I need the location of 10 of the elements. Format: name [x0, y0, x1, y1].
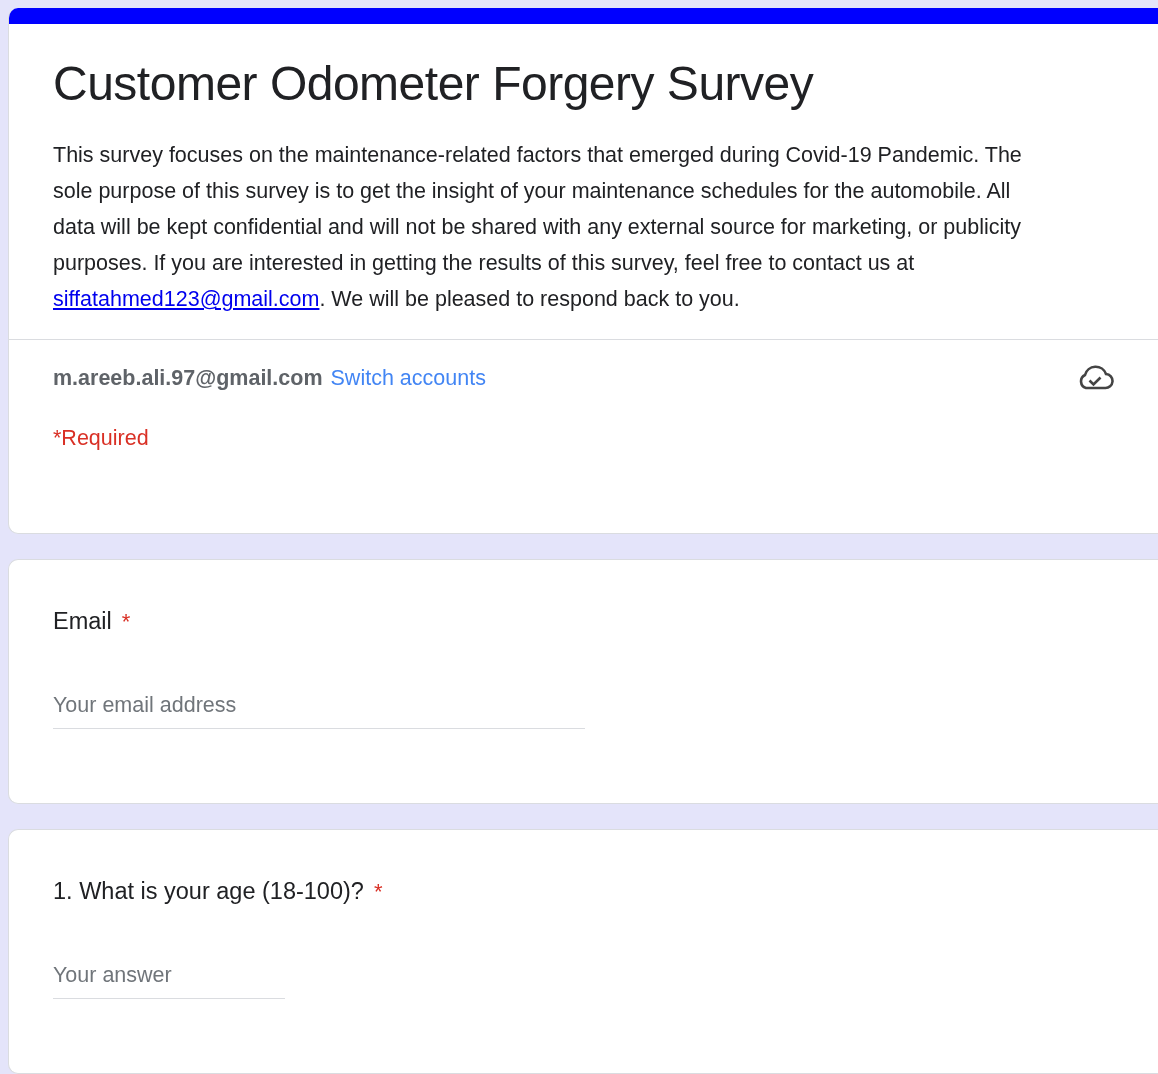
required-asterisk: * — [373, 879, 383, 905]
account-email: m.areeb.ali.97@gmail.com — [53, 365, 323, 391]
required-asterisk: * — [121, 609, 131, 635]
question-label: 1. What is your age (18-100)? — [53, 878, 364, 905]
email-link[interactable]: siffatahmed123@gmail.com — [53, 287, 320, 311]
form-title: Customer Odometer Forgery Survey — [53, 56, 815, 111]
question-label: Email — [53, 608, 112, 635]
required-note: *Required — [53, 426, 150, 451]
switch-accounts-link[interactable]: Switch accounts — [330, 365, 486, 391]
form-description: This survey focuses on the maintenance-related factors that emerged during Covid-19 Pandemic. The sole purpose of this survey is to get the insight of your maintenance schedules for the automobile. All data will be kept confidential and will not be shared with any external source for marketing, or publicity purposes. If you are interested in getting the results of this survey, feel free to contact us at siffatahmed123@gmail.com. We will be pleased to respond back to you. — [53, 142, 1023, 313]
